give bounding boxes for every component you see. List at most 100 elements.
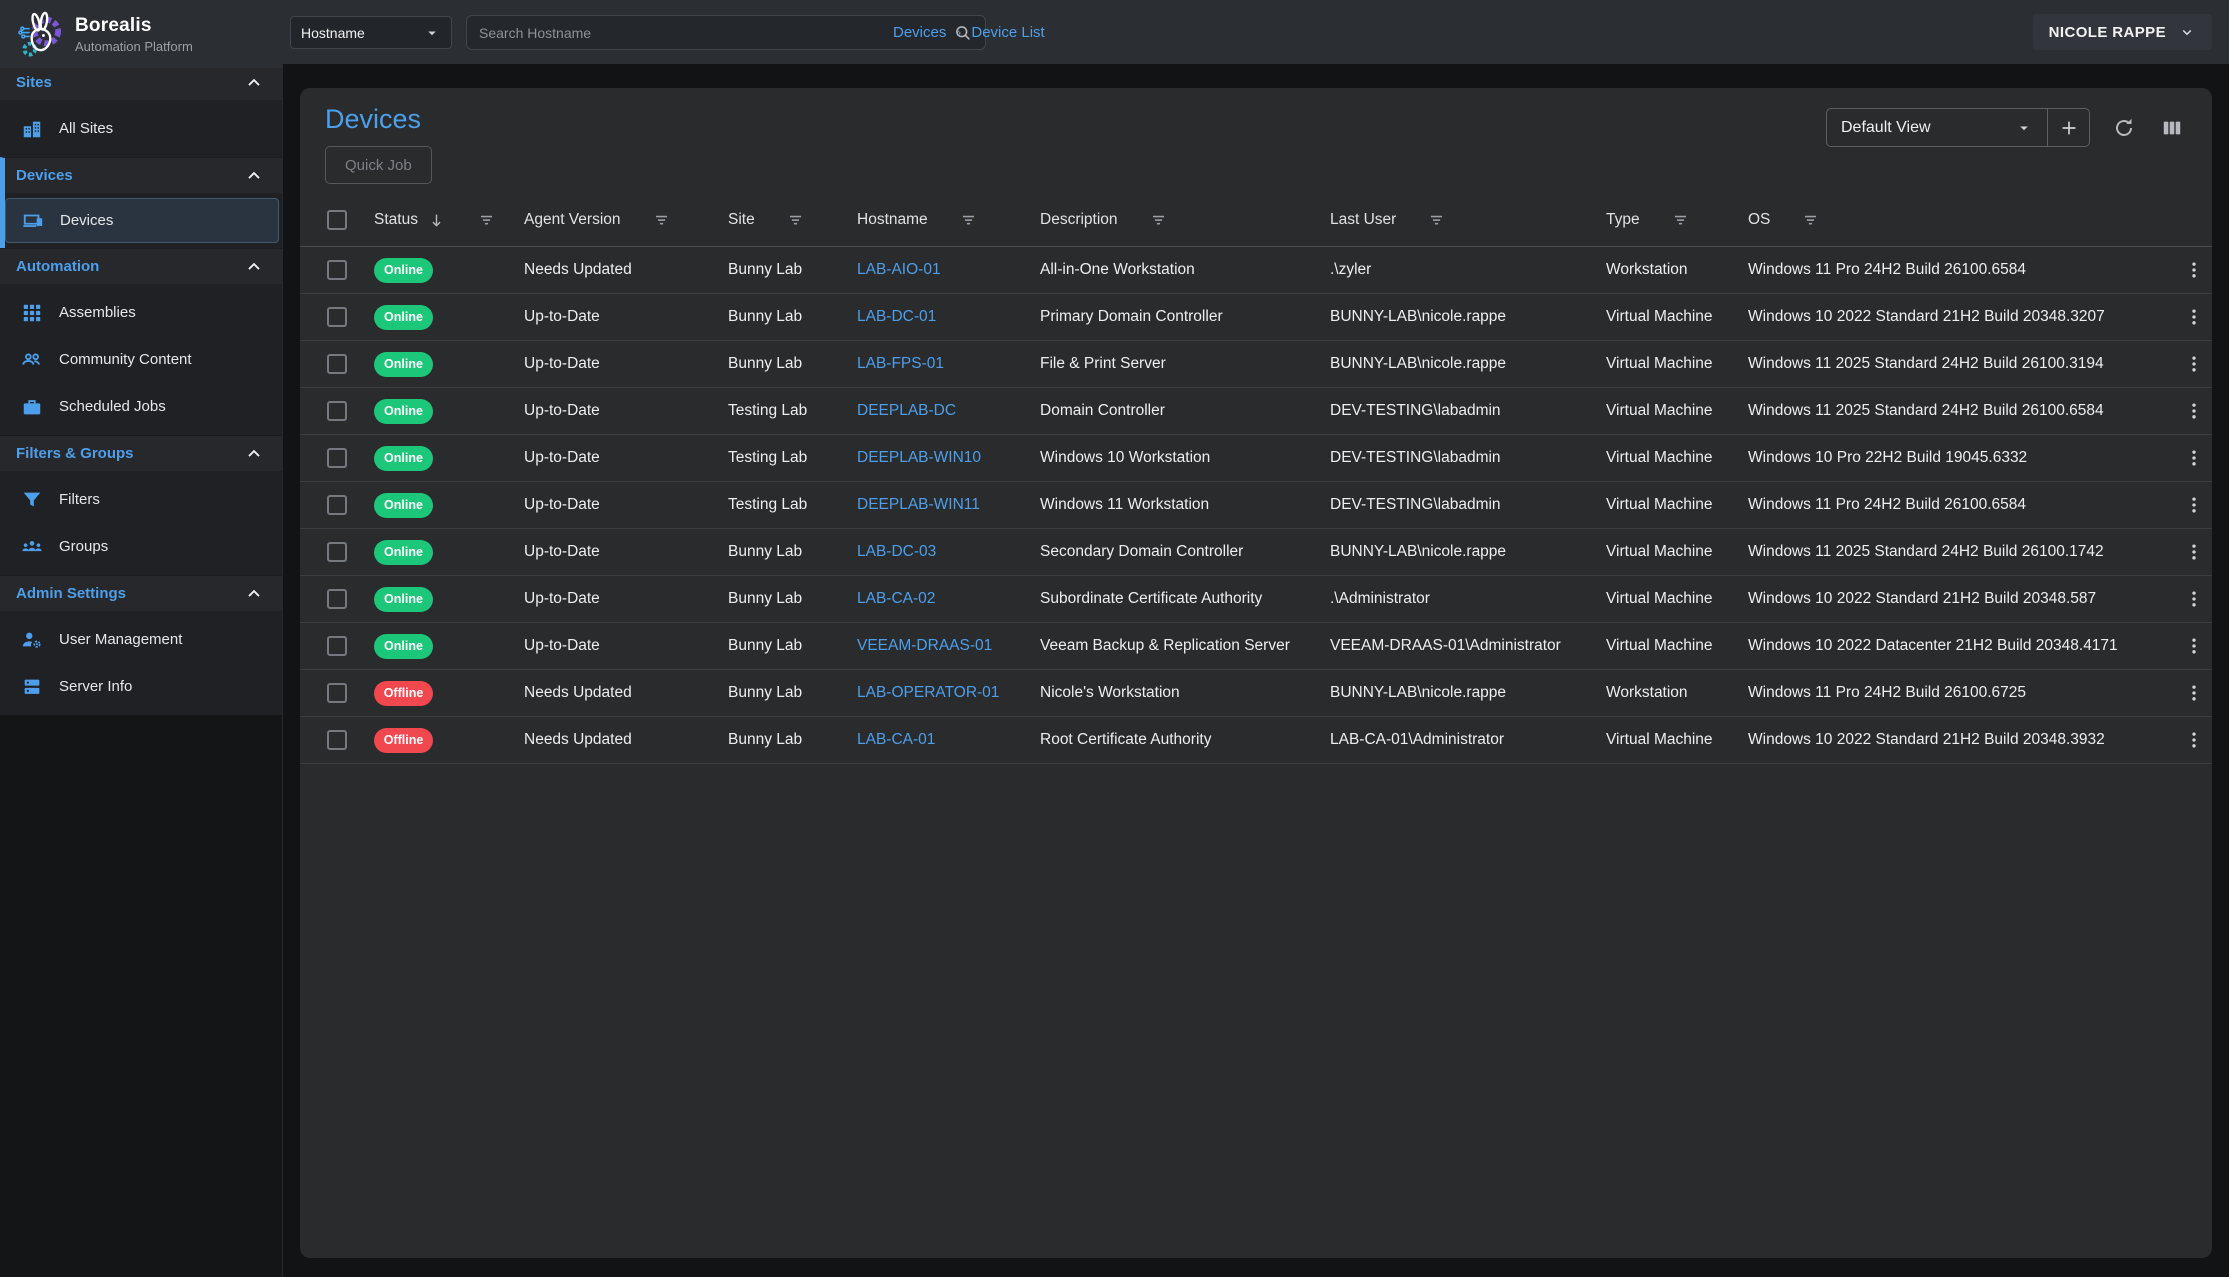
hostname-link[interactable]: DEEPLAB-WIN11 [857, 496, 980, 513]
view-controls: Default View [1826, 108, 2186, 147]
row-checkbox[interactable] [327, 448, 347, 468]
row-checkbox[interactable] [327, 260, 347, 280]
hostname-link[interactable]: LAB-OPERATOR-01 [857, 684, 999, 701]
breadcrumb-devices[interactable]: Devices [893, 24, 946, 41]
row-actions-button[interactable] [2176, 260, 2212, 280]
caret-down-icon [2015, 119, 2033, 137]
column-header-site[interactable]: Site [728, 211, 857, 230]
hostname-link[interactable]: LAB-DC-03 [857, 543, 936, 560]
search-input[interactable] [479, 25, 953, 41]
agent-version-cell: Up-to-Date [524, 496, 728, 514]
sidebar-item-community-content[interactable]: Community Content [0, 336, 282, 383]
hostname-link[interactable]: LAB-DC-01 [857, 308, 936, 325]
row-actions-button[interactable] [2176, 589, 2212, 609]
columns-button[interactable] [2158, 114, 2186, 142]
refresh-button[interactable] [2110, 114, 2138, 142]
column-header-description[interactable]: Description [1040, 211, 1330, 230]
hostname-link[interactable]: LAB-FPS-01 [857, 355, 944, 372]
filter-icon[interactable] [477, 211, 496, 230]
search-field-selector[interactable]: Hostname [290, 16, 452, 49]
status-badge: Online [374, 352, 433, 377]
chevron-up-icon [244, 257, 264, 277]
sidebar-item-label: User Management [59, 631, 182, 648]
sort-desc-icon[interactable] [427, 211, 446, 230]
hostname-link[interactable]: VEEAM-DRAAS-01 [857, 637, 992, 654]
filter-icon[interactable] [1149, 211, 1168, 230]
column-header-os[interactable]: OS [1748, 211, 2176, 230]
sidebar-item-all-sites[interactable]: All Sites [0, 105, 282, 152]
breadcrumb-device-list[interactable]: Device List [971, 24, 1044, 41]
hostname-link[interactable]: DEEPLAB-DC [857, 402, 956, 419]
last-user-cell: DEV-TESTING\labadmin [1330, 496, 1606, 514]
row-checkbox[interactable] [327, 542, 347, 562]
row-actions-button[interactable] [2176, 354, 2212, 374]
sidebar-item-filters[interactable]: Filters [0, 476, 282, 523]
sidebar-section-automation[interactable]: Automation [0, 248, 282, 284]
status-cell: Online [374, 587, 524, 612]
filter-icon[interactable] [1671, 211, 1690, 230]
row-checkbox[interactable] [327, 495, 347, 515]
site-cell: Testing Lab [728, 449, 857, 467]
last-user-cell: DEV-TESTING\labadmin [1330, 402, 1606, 420]
filter-icon[interactable] [786, 211, 805, 230]
row-actions-button[interactable] [2176, 307, 2212, 327]
select-all-checkbox[interactable] [327, 210, 347, 230]
sidebar-section-sites[interactable]: Sites [0, 64, 282, 100]
last-user-cell: BUNNY-LAB\nicole.rappe [1330, 308, 1606, 326]
sidebar-item-groups[interactable]: Groups [0, 523, 282, 570]
filter-icon[interactable] [1801, 211, 1820, 230]
type-cell: Virtual Machine [1606, 402, 1748, 420]
agent-version-cell: Needs Updated [524, 261, 728, 279]
column-header-status[interactable]: Status [374, 211, 524, 230]
row-checkbox[interactable] [327, 683, 347, 703]
table-row: OfflineNeeds UpdatedBunny LabLAB-OPERATO… [300, 670, 2212, 717]
row-checkbox[interactable] [327, 636, 347, 656]
breadcrumb: Devices › Device List [893, 0, 1045, 64]
sidebar-section-admin-settings[interactable]: Admin Settings [0, 575, 282, 611]
sidebar-section-devices[interactable]: Devices [0, 157, 282, 193]
hostname-link: LAB-CA-01 [857, 731, 1040, 749]
filter-icon[interactable] [652, 211, 671, 230]
hostname-link[interactable]: LAB-CA-02 [857, 590, 935, 607]
row-actions-button[interactable] [2176, 495, 2212, 515]
hostname-link[interactable]: LAB-AIO-01 [857, 261, 941, 278]
add-view-button[interactable] [2047, 109, 2089, 146]
row-actions-button[interactable] [2176, 683, 2212, 703]
row-checkbox[interactable] [327, 307, 347, 327]
row-checkbox[interactable] [327, 730, 347, 750]
status-badge: Online [374, 399, 433, 424]
type-cell: Virtual Machine [1606, 590, 1748, 608]
table-row: OnlineUp-to-DateBunny LabLAB-FPS-01File … [300, 341, 2212, 388]
row-checkbox[interactable] [327, 354, 347, 374]
row-actions-button[interactable] [2176, 542, 2212, 562]
view-selector[interactable]: Default View [1827, 109, 2047, 146]
quick-job-button[interactable]: Quick Job [325, 146, 432, 184]
agent-version-cell: Up-to-Date [524, 449, 728, 467]
sidebar-item-server-info[interactable]: Server Info [0, 663, 282, 710]
row-actions-button[interactable] [2176, 448, 2212, 468]
user-name: NICOLE RAPPE [2049, 24, 2166, 41]
row-actions-button[interactable] [2176, 730, 2212, 750]
column-header-label: Last User [1330, 211, 1396, 229]
column-header-hostname[interactable]: Hostname [857, 211, 1040, 230]
row-checkbox[interactable] [327, 401, 347, 421]
row-actions-button[interactable] [2176, 401, 2212, 421]
status-badge: Online [374, 634, 433, 659]
column-header-last-user[interactable]: Last User [1330, 211, 1606, 230]
sidebar-item-scheduled-jobs[interactable]: Scheduled Jobs [0, 383, 282, 430]
hostname-link[interactable]: LAB-CA-01 [857, 731, 935, 748]
sidebar-section-filters-groups[interactable]: Filters & Groups [0, 435, 282, 471]
row-actions-button[interactable] [2176, 636, 2212, 656]
column-header-agent-version[interactable]: Agent Version [524, 211, 728, 230]
column-header-type[interactable]: Type [1606, 211, 1748, 230]
row-checkbox[interactable] [327, 589, 347, 609]
sidebar-item-assemblies[interactable]: Assemblies [0, 289, 282, 336]
filter-icon[interactable] [1427, 211, 1446, 230]
user-menu-button[interactable]: NICOLE RAPPE [2033, 14, 2212, 50]
filter-icon[interactable] [959, 211, 978, 230]
column-header-label: Agent Version [524, 211, 621, 229]
sidebar-item-user-management[interactable]: User Management [0, 616, 282, 663]
view-selector-group: Default View [1826, 108, 2090, 147]
hostname-link[interactable]: DEEPLAB-WIN10 [857, 449, 981, 466]
sidebar-item-devices[interactable]: Devices [5, 198, 279, 243]
